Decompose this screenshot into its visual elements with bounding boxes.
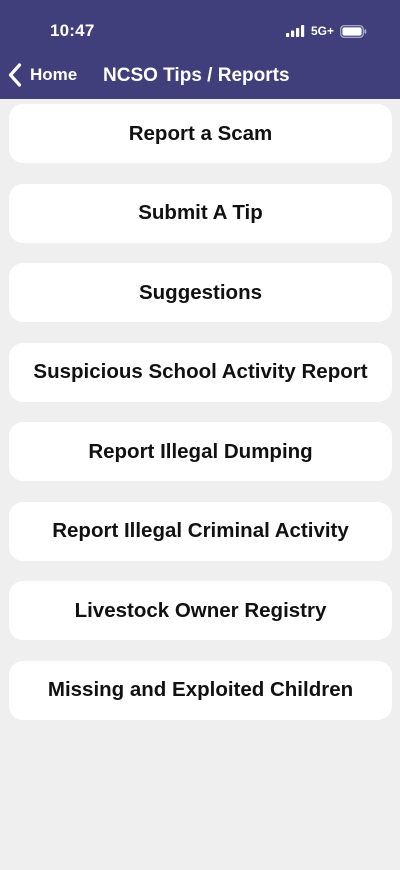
menu-item-label: Suggestions: [138, 280, 262, 304]
menu-item-label: Report a Scam: [128, 121, 273, 145]
report-menu-list: Report a Scam Submit A Tip Suggestions S…: [9, 104, 392, 740]
signal-bars-icon: [285, 25, 305, 37]
back-button[interactable]: Home: [8, 63, 77, 87]
back-button-label: Home: [30, 65, 78, 84]
chevron-left-icon: [8, 63, 22, 87]
page-title: NCSO Tips / Reports: [103, 65, 290, 86]
status-indicators: 5G+: [285, 24, 367, 38]
menu-item-label: Missing and Exploited Children: [47, 678, 354, 701]
status-time: 10:47: [50, 21, 95, 40]
menu-item-label: Livestock Owner Registry: [74, 598, 327, 622]
app-header: 10:47 5G+ Home NCSO Tips / Reports: [0, 0, 400, 99]
menu-item-submit-a-tip[interactable]: Submit A Tip: [9, 183, 392, 243]
menu-item-suspicious-school-activity[interactable]: Suspicious School Activity Report: [9, 342, 392, 402]
menu-item-report-a-scam[interactable]: Report a Scam: [9, 104, 392, 163]
menu-item-label: Report Illegal Dumping: [88, 439, 313, 463]
network-type-label: 5G+: [310, 24, 334, 38]
menu-item-label: Report Illegal Criminal Activity: [52, 519, 349, 542]
battery-icon: [340, 24, 367, 38]
menu-item-suggestions[interactable]: Suggestions: [9, 263, 392, 322]
menu-item-label: Suspicious School Activity Report: [33, 360, 368, 383]
menu-item-report-illegal-criminal-activity[interactable]: Report Illegal Criminal Activity: [9, 501, 392, 561]
menu-item-missing-exploited-children[interactable]: Missing and Exploited Children: [9, 660, 392, 720]
menu-item-livestock-owner-registry[interactable]: Livestock Owner Registry: [9, 581, 392, 640]
menu-item-report-illegal-dumping[interactable]: Report Illegal Dumping: [9, 422, 392, 481]
menu-item-label: Submit A Tip: [138, 201, 263, 224]
